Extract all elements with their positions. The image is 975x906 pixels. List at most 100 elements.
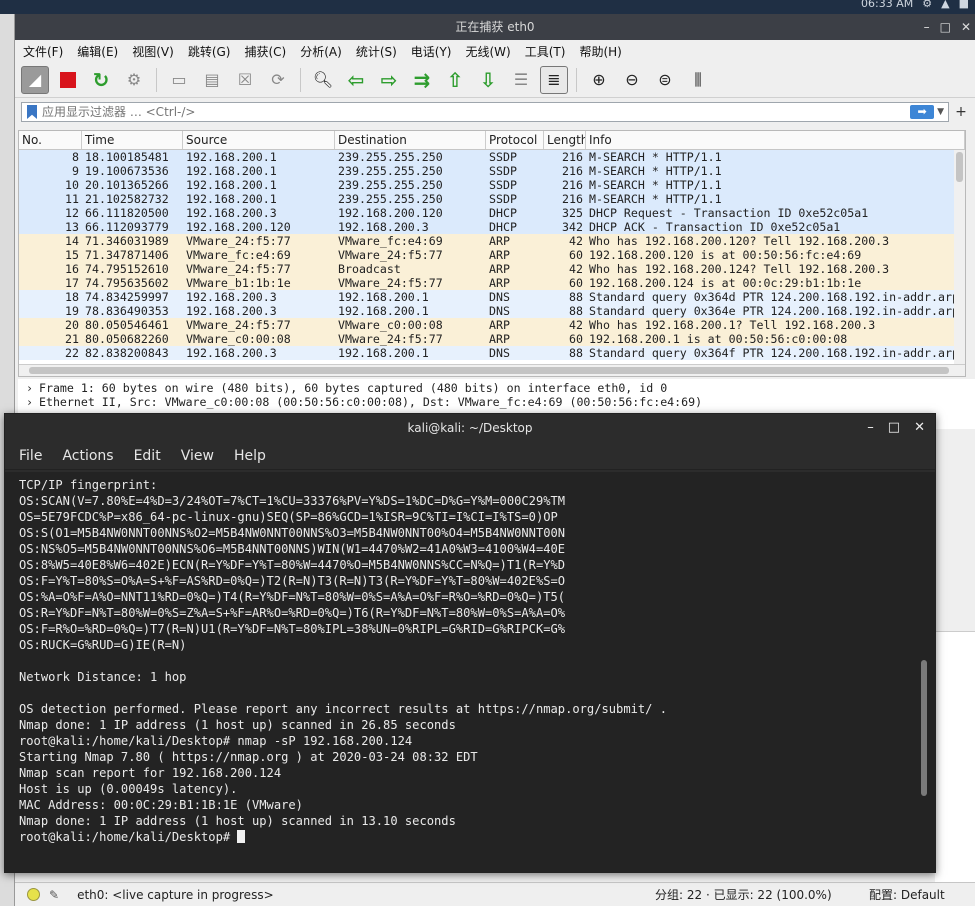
menu-wireless[interactable]: 无线(W) [466, 43, 511, 60]
column-destination[interactable]: Destination [335, 131, 486, 149]
packet-time: 20.101365266 [85, 178, 169, 192]
menu-capture[interactable]: 捕获(C) [244, 43, 286, 60]
packet-row[interactable]: 13 66.112093779 192.168.200.120 192.168.200… [19, 220, 965, 234]
zoom-reset-icon[interactable]: ⊜ [651, 66, 679, 94]
menu-actions[interactable]: Actions [62, 448, 113, 464]
edit-comment-icon[interactable]: ✎ [49, 888, 59, 902]
column-length[interactable]: Length [544, 131, 586, 149]
capture-options-icon[interactable]: ⚙ [120, 66, 148, 94]
terminal-line: Nmap scan report for 192.168.200.124 [19, 766, 282, 780]
terminal-scrollbar[interactable] [921, 660, 927, 796]
column-no[interactable]: No. [19, 131, 82, 149]
column-protocol[interactable]: Protocol [486, 131, 544, 149]
packet-row[interactable]: 9 19.100673536 192.168.200.1 239.255.255.25… [19, 164, 965, 178]
menu-statistics[interactable]: 统计(S) [356, 43, 397, 60]
scroll-thumb[interactable] [956, 152, 963, 182]
prompt-line[interactable]: root@kali:/home/kali/Desktop# [19, 829, 935, 845]
packet-row[interactable]: 16 74.795152610 VMware_24:f5:77 Broadcast AR… [19, 262, 965, 276]
colorize-icon[interactable]: ≣ [540, 65, 568, 94]
go-to-packet-icon[interactable]: ⇉ [408, 66, 436, 94]
packet-row[interactable]: 12 66.111820500 192.168.200.3 192.168.200.1… [19, 206, 965, 220]
apply-filter-button[interactable]: ➡ [910, 105, 935, 119]
expand-arrow-icon[interactable]: › [26, 395, 33, 409]
expand-arrow-icon[interactable]: › [26, 381, 33, 395]
menu-help[interactable]: 帮助(H) [579, 43, 621, 60]
packet-row[interactable]: 19 78.836490353 192.168.200.3 192.168.200.1… [19, 304, 965, 318]
menu-help[interactable]: Help [234, 448, 266, 464]
packet-row[interactable]: 10 20.101365266 192.168.200.1 239.255.255.2… [19, 178, 965, 192]
save-file-icon[interactable]: ▤ [198, 66, 226, 94]
go-back-icon[interactable]: ⇦ [342, 66, 370, 94]
packet-source: 192.168.200.3 [186, 346, 277, 360]
column-source[interactable]: Source [183, 131, 335, 149]
bell-icon[interactable]: ▲ [941, 0, 949, 10]
minimize-button[interactable]: – [924, 14, 930, 40]
go-last-icon[interactable]: ⇩ [474, 66, 502, 94]
menu-edit[interactable]: Edit [134, 448, 161, 464]
start-capture-icon[interactable]: ◢ [21, 65, 49, 94]
zoom-in-icon[interactable]: ⊕ [585, 66, 613, 94]
lock-icon[interactable]: ■ [959, 0, 969, 10]
find-packet-icon[interactable]: 🔍︎ [309, 66, 337, 94]
detail-frame[interactable]: › Frame 1: 60 bytes on wire (480 bits), 6… [18, 381, 975, 395]
terminal-line: OS:%A=O%F=A%O=NNT11%RD=0%Q=)T4(R=Y%DF=N%… [19, 590, 566, 604]
autoscroll-icon[interactable]: ☰ [507, 66, 535, 94]
open-file-icon[interactable]: ▭ [165, 66, 193, 94]
close-button[interactable]: ✕ [961, 14, 971, 40]
resize-columns-icon[interactable]: ⫼ [684, 66, 712, 94]
packet-row[interactable]: 17 74.795635602 VMware_b1:1b:1e VMware_24:f… [19, 276, 965, 290]
column-info[interactable]: Info [586, 131, 965, 149]
packet-row[interactable]: 8 18.100185481 192.168.200.1 239.255.255.25… [19, 150, 965, 164]
menu-tools[interactable]: 工具(T) [525, 43, 566, 60]
restart-capture-icon[interactable]: ↻ [87, 66, 115, 94]
detail-ethernet[interactable]: › Ethernet II, Src: VMware_c0:00:08 (00:5… [18, 395, 975, 409]
packet-row[interactable]: 14 71.346031989 VMware_24:f5:77 VMware_fc:e… [19, 234, 965, 248]
terminal-lines: TCP/IP fingerprint: OS:SCAN(V=7.80%E=4%D=… [19, 477, 935, 829]
packet-row[interactable]: 20 80.050546461 VMware_24:f5:77 VMware_c0:0… [19, 318, 965, 332]
profile-label[interactable]: 配置: Default [869, 886, 945, 903]
maximize-button[interactable]: □ [940, 14, 951, 40]
packet-row[interactable]: 15 71.347871406 VMware_fc:e4:69 VMware_24:f… [19, 248, 965, 262]
packet-length: 216 [562, 164, 583, 178]
zoom-out-icon[interactable]: ⊖ [618, 66, 646, 94]
display-filter-input[interactable] [42, 105, 911, 119]
packet-protocol: ARP [489, 276, 510, 290]
packet-protocol: DHCP [489, 206, 517, 220]
close-file-icon[interactable]: ☒ [231, 66, 259, 94]
menu-go[interactable]: 跳转(G) [188, 43, 231, 60]
go-first-icon[interactable]: ⇧ [441, 66, 469, 94]
packet-row[interactable]: 11 21.102582732 192.168.200.1 239.255.255.2… [19, 192, 965, 206]
packet-row[interactable]: 18 74.834259997 192.168.200.3 192.168.200.1… [19, 290, 965, 304]
stop-capture-icon[interactable] [54, 66, 82, 94]
terminal-line: TCP/IP fingerprint: [19, 478, 158, 492]
terminal-titlebar: kali@kali: ~/Desktop – □ ✕ [5, 414, 935, 442]
close-button[interactable]: ✕ [914, 414, 925, 442]
add-filter-button[interactable]: + [953, 104, 969, 120]
chevron-down-icon[interactable]: ▼ [937, 107, 944, 117]
terminal-output[interactable]: TCP/IP fingerprint: OS:SCAN(V=7.80%E=4%D=… [5, 472, 935, 872]
network-icon[interactable]: ⚙ [922, 0, 932, 10]
menu-view[interactable]: 视图(V) [132, 43, 174, 60]
packet-row[interactable]: 22 82.838200843 192.168.200.3 192.168.200.1… [19, 346, 965, 360]
maximize-button[interactable]: □ [888, 414, 900, 442]
packet-protocol: ARP [489, 262, 510, 276]
go-forward-icon[interactable]: ⇨ [375, 66, 403, 94]
menu-edit[interactable]: 编辑(E) [77, 43, 118, 60]
menu-analyze[interactable]: 分析(A) [300, 43, 342, 60]
bookmark-icon[interactable] [27, 105, 37, 119]
reload-file-icon[interactable]: ⟳ [264, 66, 292, 94]
packet-protocol: ARP [489, 318, 510, 332]
packet-list-header: No. Time Source Destination Protocol Len… [19, 131, 965, 150]
scroll-thumb[interactable] [29, 367, 949, 374]
packet-row[interactable]: 21 80.050682260 VMware_c0:00:08 VMware_24:f… [19, 332, 965, 346]
menu-telephony[interactable]: 电话(Y) [411, 43, 452, 60]
menu-file[interactable]: File [19, 448, 42, 464]
packet-list-hscroll[interactable] [19, 364, 965, 376]
packet-list-vscroll[interactable] [954, 150, 965, 366]
menu-file[interactable]: 文件(F) [23, 43, 63, 60]
expert-info-icon[interactable] [27, 888, 40, 901]
packet-time: 19.100673536 [85, 164, 169, 178]
minimize-button[interactable]: – [867, 414, 874, 442]
menu-view[interactable]: View [181, 448, 214, 464]
column-time[interactable]: Time [82, 131, 183, 149]
